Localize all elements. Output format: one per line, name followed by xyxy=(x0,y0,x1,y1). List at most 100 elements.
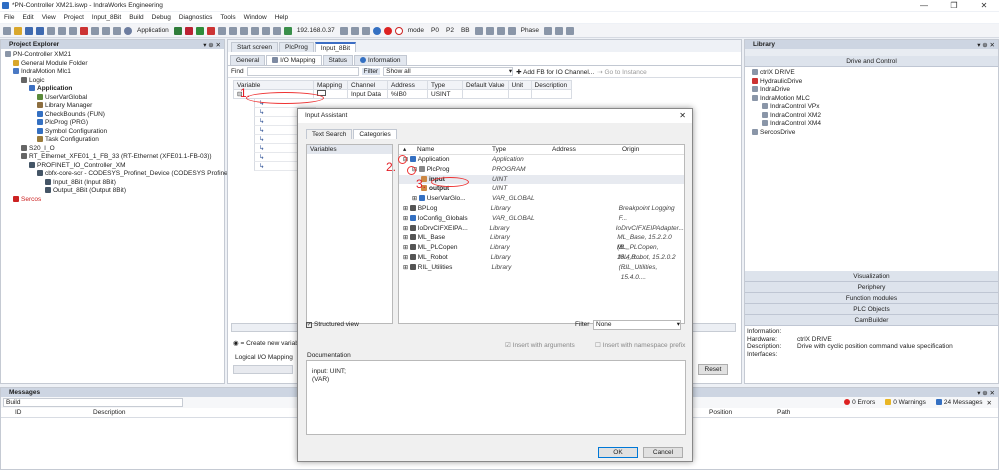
library-section[interactable]: PLC Objects xyxy=(745,304,998,315)
col-channel[interactable]: Channel xyxy=(347,80,388,90)
connect-icon[interactable] xyxy=(339,26,348,35)
library-section[interactable]: Function modules xyxy=(745,293,998,304)
ip-address[interactable]: 192.168.0.37 xyxy=(295,27,337,34)
tab-input-8bit[interactable]: Input_8Bit xyxy=(314,42,357,52)
expand-icon[interactable]: ⊞ xyxy=(403,255,410,261)
expand-icon[interactable]: ⊞ xyxy=(403,235,410,241)
logout-icon[interactable] xyxy=(184,26,193,35)
tree-item[interactable]: PN-Controller XM21 xyxy=(3,51,222,60)
library-item[interactable]: ctrlX DRIVE xyxy=(748,69,995,78)
tab-information[interactable]: Information xyxy=(353,55,407,65)
messages-source-select[interactable]: Build xyxy=(3,398,183,407)
tree-item[interactable]: Output_8Bit (Output 8Bit) xyxy=(3,187,222,196)
expand-icon[interactable]: ⊞ xyxy=(412,196,419,202)
ok-button[interactable]: OK xyxy=(598,447,638,458)
mode-p2[interactable]: P2 xyxy=(444,27,456,34)
oscilloscope-icon[interactable] xyxy=(507,26,516,35)
symbol-row[interactable]: ⊞ BPLog Library Breakpoint Logging F... xyxy=(399,204,684,222)
symbol-row[interactable]: ⊞ ML_Robot Library ML_Robot, 15.2.0.2 (... xyxy=(399,253,684,271)
structured-view-option[interactable]: ✓ Structured view xyxy=(306,321,359,328)
step-out-icon[interactable] xyxy=(250,26,259,35)
library-item[interactable]: IndraControl VPx xyxy=(748,103,995,112)
monitor-icon[interactable] xyxy=(361,26,370,35)
library-item[interactable]: IndraMotion MLC xyxy=(748,94,995,104)
insert-namespace-option[interactable]: ☐ Insert with namespace prefix xyxy=(595,341,685,349)
paste-icon[interactable] xyxy=(69,26,77,35)
tab-plcprog[interactable]: PlcProg xyxy=(279,42,314,52)
mode-p0[interactable]: P0 xyxy=(429,27,441,34)
maximize-button[interactable]: ❐ xyxy=(939,0,969,11)
symbol-name-cell[interactable]: ⊞ UserVarGlo... xyxy=(399,194,492,204)
symbol-name-cell[interactable]: ⊞ ML_Robot xyxy=(399,253,491,263)
network-icon[interactable] xyxy=(283,26,292,35)
config-icon[interactable] xyxy=(555,26,564,35)
filter-select[interactable]: Show all ▾ xyxy=(383,67,514,76)
create-new-variable-option[interactable]: ◉ = Create new variable xyxy=(233,339,304,347)
col-sym-type[interactable]: Type xyxy=(492,145,552,154)
insert-arguments-option[interactable]: ☑ Insert with arguments xyxy=(505,341,575,349)
col-origin[interactable]: Origin xyxy=(622,145,639,154)
step-into-icon[interactable] xyxy=(239,26,248,35)
menu-tools[interactable]: Tools xyxy=(216,14,239,21)
save-all-icon[interactable] xyxy=(36,26,44,35)
tree-item[interactable]: Symbol Configuration xyxy=(3,127,222,137)
axis-icon[interactable] xyxy=(496,26,505,35)
tree-item[interactable]: Sercos xyxy=(3,195,222,205)
tree-item[interactable]: Input_8Bit (Input 8Bit) xyxy=(3,178,222,188)
cut-icon[interactable] xyxy=(47,26,55,35)
symbol-name-cell[interactable]: ⊞ RIL_Utilities xyxy=(399,263,492,273)
clear-icon[interactable]: ✕ xyxy=(987,399,992,407)
tree-item[interactable]: PlcProg (PRG) xyxy=(3,119,222,128)
col-position[interactable]: Position xyxy=(709,408,777,417)
checkbox-icon[interactable]: ✓ xyxy=(306,321,312,328)
run-icon[interactable] xyxy=(195,26,204,35)
menu-input-8bit[interactable]: Input_8Bit xyxy=(88,14,125,21)
write-values-icon[interactable] xyxy=(272,26,281,35)
close-window-button[interactable]: ✕ xyxy=(969,0,999,11)
tab-general[interactable]: General xyxy=(230,55,266,65)
active-application-label[interactable]: Application xyxy=(135,27,171,34)
col-address[interactable]: Address xyxy=(387,80,428,90)
tree-item[interactable]: Application xyxy=(3,85,222,94)
symbol-row[interactable]: ⊞ ML_PLCopen Library ML_PLCopen, 15.4.0...… xyxy=(399,243,684,261)
menu-view[interactable]: View xyxy=(38,14,60,21)
symbol-row[interactable]: ⊟ PlcProg PROGRAM xyxy=(399,165,684,175)
menu-project[interactable]: Project xyxy=(60,14,88,21)
reset-icon[interactable] xyxy=(217,26,226,35)
drive-icon[interactable] xyxy=(474,26,483,35)
breakpoint-icon[interactable] xyxy=(261,26,270,35)
col-description[interactable]: Description xyxy=(530,80,572,90)
symbol-name-cell[interactable]: ⊞ IoConfig_Globals xyxy=(399,214,492,224)
tree-item[interactable]: Logic xyxy=(3,76,222,86)
save-icon[interactable] xyxy=(25,26,33,35)
library-pane-controls[interactable]: ▾ ⊕ ✕ xyxy=(977,41,998,49)
library-item[interactable]: SercosDrive xyxy=(748,128,995,138)
tree-item[interactable]: RT_Ethernet_XFE01_1_FB_33 (RT-Ethernet (… xyxy=(3,153,222,162)
copy-icon[interactable] xyxy=(58,26,66,35)
cancel-button[interactable]: Cancel xyxy=(643,447,683,458)
symbol-name-cell[interactable]: ⊟ Application xyxy=(399,155,492,165)
messages-filter[interactable]: 24 Messages xyxy=(935,399,983,406)
tab-categories[interactable]: Categories xyxy=(353,129,397,139)
add-fb-button[interactable]: ✚ Add FB for IO Channel... xyxy=(516,68,594,76)
menu-help[interactable]: Help xyxy=(271,14,292,21)
symbol-row[interactable]: ⊞ UserVarGlo... VAR_GLOBAL xyxy=(399,194,684,204)
col-path[interactable]: Path xyxy=(777,408,790,417)
phase-icon[interactable] xyxy=(544,26,553,35)
menu-diagnostics[interactable]: Diagnostics xyxy=(175,14,217,21)
library-item[interactable]: HydraulicDrive xyxy=(748,77,995,87)
library-section[interactable]: CamBuilder xyxy=(745,315,998,326)
symbol-row[interactable]: ⊞ IoConfig_Globals VAR_GLOBAL xyxy=(399,214,684,224)
category-variables[interactable]: Variables xyxy=(307,145,392,154)
undo-icon[interactable] xyxy=(91,26,99,35)
library-item[interactable]: IndraDrive xyxy=(748,86,995,95)
tools-icon[interactable] xyxy=(566,26,575,35)
col-mapping[interactable]: Mapping xyxy=(313,80,348,90)
info-icon[interactable] xyxy=(372,26,381,35)
col-unit[interactable]: Unit xyxy=(507,80,532,90)
minimize-button[interactable]: — xyxy=(909,0,939,11)
logical-mapping-field[interactable] xyxy=(233,365,293,374)
menu-file[interactable]: File xyxy=(0,14,18,21)
step-over-icon[interactable] xyxy=(228,26,237,35)
scan-icon[interactable] xyxy=(350,26,359,35)
